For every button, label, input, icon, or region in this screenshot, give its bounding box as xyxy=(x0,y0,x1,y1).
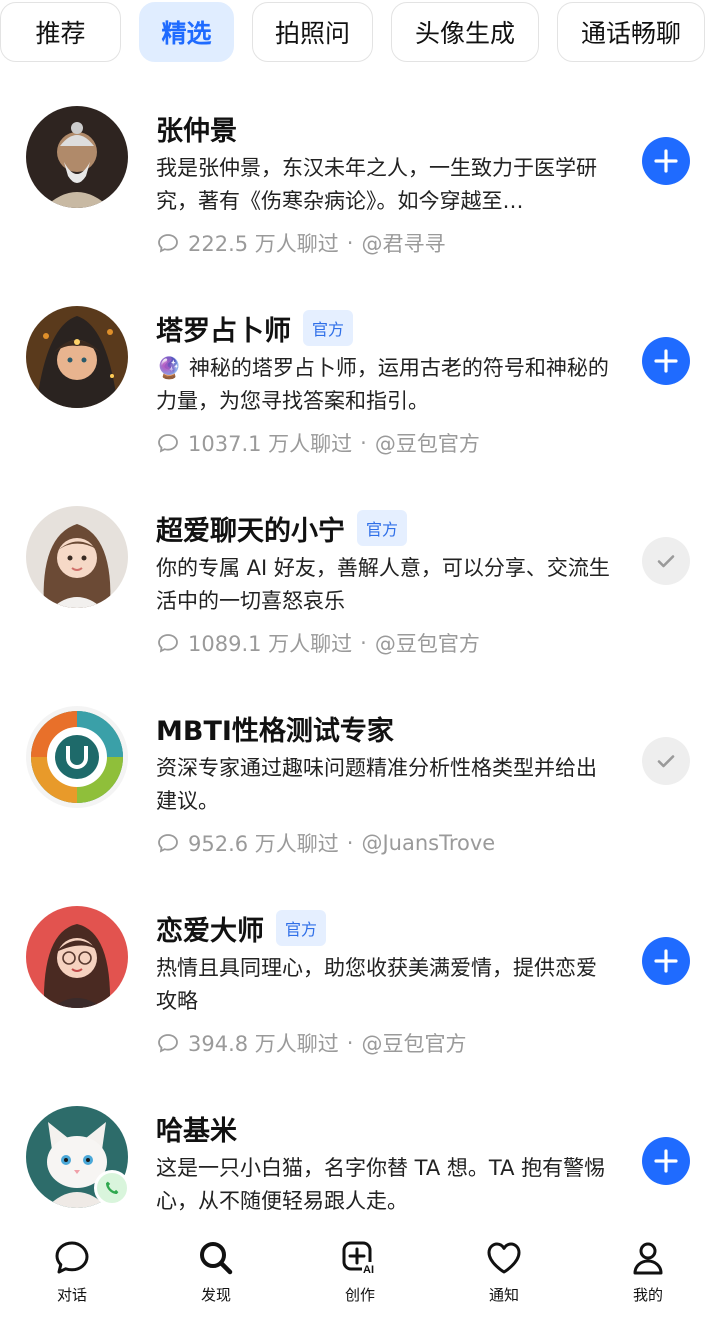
bot-description: 我是张仲景，东汉未年之人，一生致力于医学研究，著有《伤寒杂病论》。如今穿越至… xyxy=(156,156,597,213)
tarot-reader-avatar xyxy=(26,306,128,408)
bot-name: 塔罗占卜师 xyxy=(156,315,291,347)
chat-count: 394.8 万人聊过 xyxy=(188,1032,339,1056)
name-row: MBTI性格测试专家 xyxy=(156,708,394,748)
bot-description: 这是一只小白猫，名字你替 TA 想。TA 抱有警惕心，从不随便轻易跟人走。 xyxy=(156,1156,606,1213)
old-sage-avatar xyxy=(26,106,128,208)
nav-label: 对话 xyxy=(56,1286,87,1304)
separator-dot: · xyxy=(346,831,354,855)
author-handle: @JuansTrove xyxy=(361,831,496,855)
added-button[interactable] xyxy=(642,537,690,585)
heart-icon xyxy=(487,1242,521,1274)
bot-name: 恋爱大师 xyxy=(156,915,264,947)
separator-dot: · xyxy=(360,431,367,455)
added-button[interactable] xyxy=(642,737,690,785)
bot-meta: 1037.1 万人聊过 · @豆包官方 xyxy=(156,428,480,458)
profile-icon xyxy=(633,1242,663,1275)
plus-icon xyxy=(654,1149,678,1173)
author-handle: @君寻寻 xyxy=(361,232,446,256)
list-item[interactable]: 张仲景 我是张仲景，东汉未年之人，一生致力于医学研究，著有《伤寒杂病论》。如今穿… xyxy=(0,100,720,300)
category-tabs: 推荐 精选 拍照问 头像生成 通话畅聊 xyxy=(0,2,720,64)
name-row: 超爱聊天的小宁 官方 xyxy=(156,508,408,548)
tab-voice-chat[interactable]: 通话畅聊 xyxy=(557,2,705,62)
list-item[interactable]: 超爱聊天的小宁 官方 你的专属 AI 好友，善解人意，可以分享、交流生活中的一切… xyxy=(0,500,720,700)
chat-count: 1089.1 万人聊过 xyxy=(188,632,353,656)
chat-count: 1037.1 万人聊过 xyxy=(188,432,353,456)
author-handle: @豆包官方 xyxy=(374,632,480,656)
search-icon xyxy=(200,1242,233,1275)
add-button[interactable] xyxy=(642,137,690,185)
nav-item-discover[interactable]: 发现 xyxy=(144,1226,288,1331)
nav-item-me[interactable]: 我的 xyxy=(576,1226,720,1331)
plus-icon xyxy=(654,949,678,973)
add-button[interactable] xyxy=(642,937,690,985)
nav-label: 我的 xyxy=(632,1286,663,1304)
separator-dot: · xyxy=(360,631,367,655)
separator-dot: · xyxy=(346,231,354,255)
comment-icon xyxy=(158,234,178,253)
name-row: 塔罗占卜师 官方 xyxy=(156,308,354,348)
official-badge: 官方 xyxy=(357,510,408,546)
tab-featured[interactable]: 精选 xyxy=(139,2,234,62)
glasses-girl-avatar xyxy=(26,906,128,1008)
name-row: 哈基米 xyxy=(156,1108,237,1148)
bot-name: MBTI性格测试专家 xyxy=(156,715,394,747)
nav-item-create[interactable]: AI 创作 xyxy=(288,1226,432,1331)
phone-call-badge xyxy=(94,1170,130,1206)
chat-icon xyxy=(55,1241,89,1274)
list-item[interactable]: 恋爱大师 官方 热情且具同理心，助您收获美满爱情，提供恋爱攻略 394.8 万人… xyxy=(0,900,720,1100)
checkmark-icon xyxy=(657,755,675,768)
list-item[interactable]: 塔罗占卜师 官方 🔮 神秘的塔罗占卜师，运用古老的符号和神秘的力量，为您寻找答案… xyxy=(0,300,720,500)
nav-item-chat[interactable]: 对话 xyxy=(0,1226,144,1331)
name-row: 张仲景 xyxy=(156,108,237,148)
bot-description: 资深专家通过趣味问题精准分析性格类型并给出建议。 xyxy=(156,756,597,813)
tab-avatar-generation[interactable]: 头像生成 xyxy=(391,2,539,62)
plus-icon xyxy=(654,149,678,173)
comment-icon xyxy=(158,834,178,853)
nav-label: 创作 xyxy=(344,1286,375,1304)
checkmark-icon xyxy=(657,555,675,568)
official-badge: 官方 xyxy=(276,910,327,946)
bot-list: 张仲景 我是张仲景，东汉未年之人，一生致力于医学研究，著有《伤寒杂病论》。如今穿… xyxy=(0,100,720,1300)
add-button[interactable] xyxy=(642,1137,690,1185)
list-item[interactable]: MBTI性格测试专家 资深专家通过趣味问题精准分析性格类型并给出建议。 952.… xyxy=(0,700,720,900)
tab-recommend[interactable]: 推荐 xyxy=(0,2,121,62)
author-handle: @豆包官方 xyxy=(361,1032,467,1056)
bottom-nav: 对话 发现 AI 创作 通知 我的 xyxy=(0,1226,720,1331)
comment-icon xyxy=(158,434,178,453)
chat-count: 222.5 万人聊过 xyxy=(188,232,339,256)
mbti-wheel-avatar xyxy=(26,706,128,808)
bot-name: 张仲景 xyxy=(156,115,237,147)
comment-icon xyxy=(158,1034,178,1053)
girl-avatar xyxy=(26,506,128,608)
comment-icon xyxy=(158,634,178,653)
bot-meta: 952.6 万人聊过 · @JuansTrove xyxy=(156,828,495,858)
add-button[interactable] xyxy=(642,337,690,385)
bot-name: 哈基米 xyxy=(156,1115,237,1147)
bot-description: 🔮 神秘的塔罗占卜师，运用古老的符号和神秘的力量，为您寻找答案和指引。 xyxy=(156,356,609,413)
bot-description: 热情且具同理心，助您收获美满爱情，提供恋爱攻略 xyxy=(156,956,597,1013)
bot-meta: 394.8 万人聊过 · @豆包官方 xyxy=(156,1028,466,1058)
chat-count: 952.6 万人聊过 xyxy=(188,832,339,856)
separator-dot: · xyxy=(346,1031,354,1055)
create-ai-icon: AI xyxy=(342,1241,378,1276)
nav-item-notifications[interactable]: 通知 xyxy=(432,1226,576,1331)
plus-icon xyxy=(654,349,678,373)
bot-meta: 222.5 万人聊过 · @君寻寻 xyxy=(156,228,445,258)
bot-meta: 1089.1 万人聊过 · @豆包官方 xyxy=(156,628,480,658)
phone-icon xyxy=(106,1181,119,1194)
author-handle: @豆包官方 xyxy=(374,432,480,456)
bot-name: 超爱聊天的小宁 xyxy=(156,515,345,547)
nav-label: 发现 xyxy=(200,1286,231,1304)
svg-text:AI: AI xyxy=(363,1264,374,1276)
nav-label: 通知 xyxy=(488,1286,519,1304)
name-row: 恋爱大师 官方 xyxy=(156,908,327,948)
bot-description: 你的专属 AI 好友，善解人意，可以分享、交流生活中的一切喜怒哀乐 xyxy=(156,556,610,613)
official-badge: 官方 xyxy=(303,310,354,346)
tab-photo-ask[interactable]: 拍照问 xyxy=(252,2,373,62)
